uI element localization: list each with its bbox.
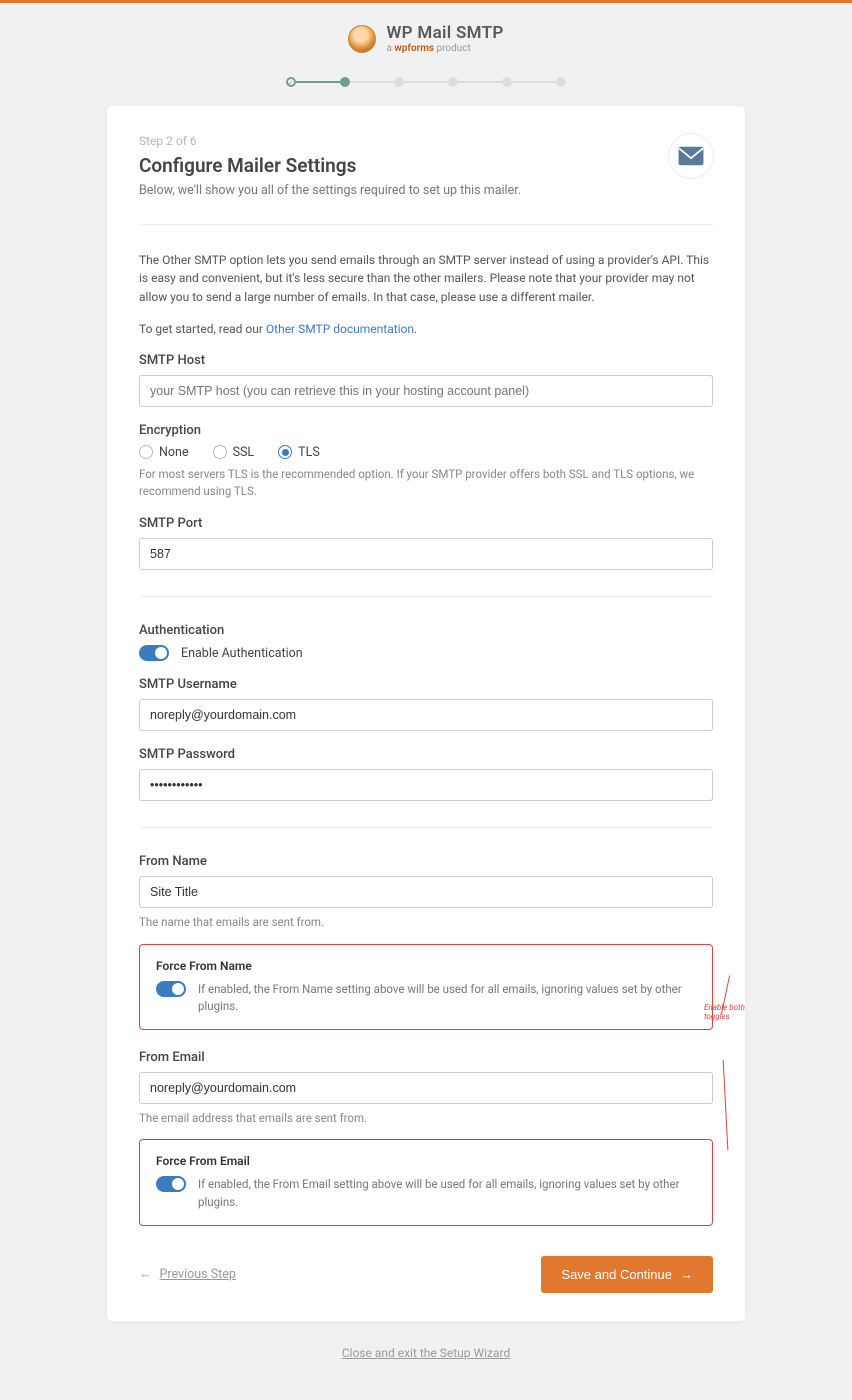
step-line: [404, 81, 448, 83]
annotation-text: Enable both toggles: [704, 1003, 764, 1021]
step-6-dot: [556, 77, 566, 87]
encryption-none-radio[interactable]: None: [139, 445, 189, 460]
separator: [139, 596, 713, 597]
step-1-dot: [286, 77, 296, 87]
from-name-input[interactable]: [139, 876, 713, 908]
step-line: [458, 81, 502, 83]
force-from-email-desc: If enabled, the From Email setting above…: [198, 1176, 696, 1211]
force-from-email-title: Force From Email: [156, 1154, 696, 1168]
encryption-tls-label: TLS: [298, 445, 320, 460]
smtp-password-input[interactable]: [139, 769, 713, 801]
save-continue-button[interactable]: Save and Continue →: [541, 1256, 713, 1293]
stepper: [106, 77, 746, 87]
smtp-password-label: SMTP Password: [139, 747, 713, 762]
encryption-tls-radio[interactable]: TLS: [278, 445, 320, 460]
previous-step-label: Previous Step: [160, 1267, 236, 1282]
smtp-host-label: SMTP Host: [139, 353, 713, 368]
step-line: [296, 81, 340, 83]
arrow-right-icon: →: [680, 1267, 693, 1282]
encryption-none-label: None: [159, 445, 189, 460]
force-from-name-toggle[interactable]: [156, 981, 186, 997]
step-label: Step 2 of 6: [139, 134, 521, 148]
smtp-port-input[interactable]: [139, 538, 713, 570]
intro-paragraph: The Other SMTP option lets you send emai…: [139, 251, 713, 307]
smtp-port-label: SMTP Port: [139, 516, 713, 531]
page-subtitle: Below, we'll show you all of the setting…: [139, 183, 521, 198]
intro-doc-line: To get started, read our Other SMTP docu…: [139, 320, 713, 339]
arrow-left-icon: ←: [139, 1267, 152, 1282]
force-from-name-title: Force From Name: [156, 959, 696, 973]
wizard-card: Step 2 of 6 Configure Mailer Settings Be…: [106, 105, 746, 1322]
app-title: WP Mail SMTP: [386, 23, 503, 43]
smtp-username-input[interactable]: [139, 699, 713, 731]
force-from-name-desc: If enabled, the From Name setting above …: [198, 981, 696, 1016]
step-line: [350, 81, 394, 83]
step-line: [512, 81, 556, 83]
exit-wizard-link[interactable]: Close and exit the Setup Wizard: [106, 1346, 746, 1360]
step-5-dot: [502, 77, 512, 87]
smtp-host-input[interactable]: [139, 375, 713, 407]
from-email-label: From Email: [139, 1050, 713, 1065]
encryption-ssl-label: SSL: [233, 445, 255, 460]
step-2-dot: [340, 77, 350, 87]
smtp-username-label: SMTP Username: [139, 677, 713, 692]
mailer-icon: [669, 134, 713, 178]
force-from-email-toggle[interactable]: [156, 1176, 186, 1192]
from-name-label: From Name: [139, 854, 713, 869]
authentication-label: Authentication: [139, 623, 713, 638]
annotation-line: [723, 1060, 729, 1150]
logo-icon: [348, 25, 376, 53]
force-from-name-box: Force From Name If enabled, the From Nam…: [139, 944, 713, 1031]
separator: [139, 827, 713, 828]
separator: [139, 224, 713, 225]
enable-authentication-label: Enable Authentication: [181, 646, 303, 661]
page-title: Configure Mailer Settings: [139, 154, 521, 177]
app-subtitle: a wpforms product: [386, 43, 503, 54]
annotation-line: [721, 975, 730, 1014]
encryption-hint: For most servers TLS is the recommended …: [139, 466, 713, 501]
from-email-input[interactable]: [139, 1072, 713, 1104]
encryption-label: Encryption: [139, 423, 713, 438]
previous-step-link[interactable]: ← Previous Step: [139, 1267, 236, 1282]
doc-link[interactable]: Other SMTP documentation: [266, 322, 414, 336]
step-3-dot: [394, 77, 404, 87]
encryption-ssl-radio[interactable]: SSL: [213, 445, 255, 460]
force-from-email-box: Force From Email If enabled, the From Em…: [139, 1139, 713, 1226]
from-email-hint: The email address that emails are sent f…: [139, 1110, 713, 1127]
envelope-icon: [678, 146, 704, 166]
from-name-hint: The name that emails are sent from.: [139, 914, 713, 931]
save-continue-label: Save and Continue: [561, 1267, 672, 1282]
enable-authentication-toggle[interactable]: [139, 645, 169, 661]
step-4-dot: [448, 77, 458, 87]
header: WP Mail SMTP a wpforms product: [106, 23, 746, 57]
